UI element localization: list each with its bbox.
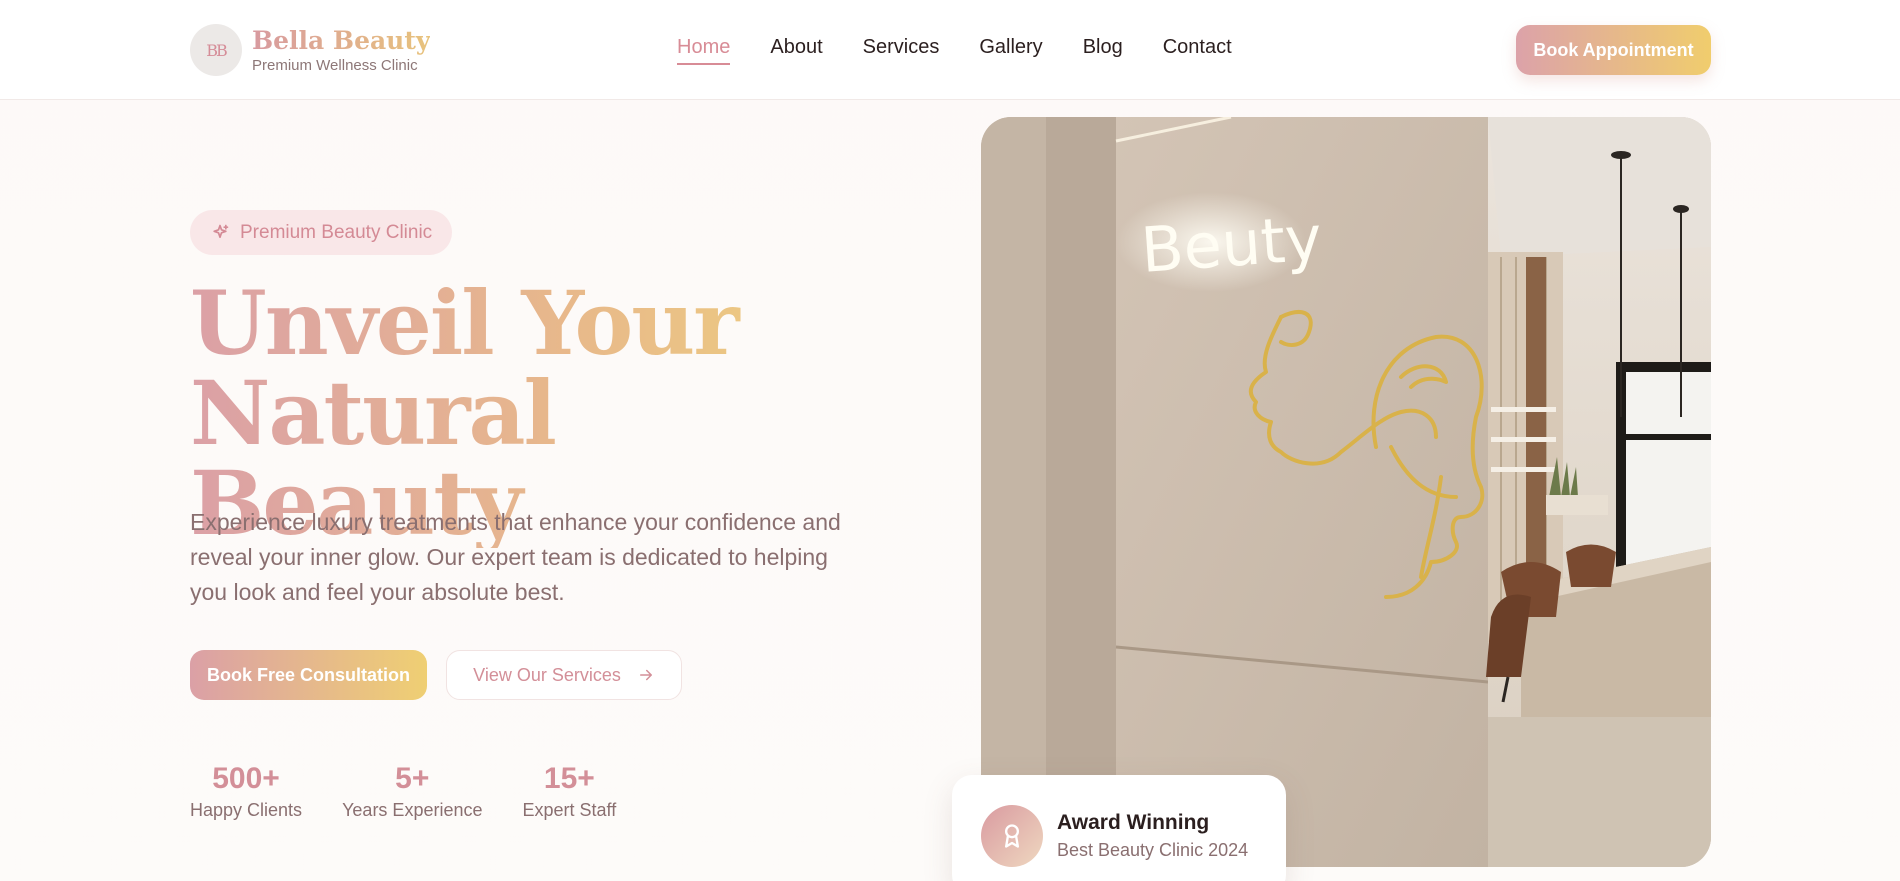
clinic-sign-text: Beuty bbox=[1139, 201, 1325, 286]
nav-services[interactable]: Services bbox=[863, 36, 940, 65]
award-icon bbox=[981, 805, 1043, 867]
hero-title-line-1: Unveil Your bbox=[190, 278, 890, 368]
brand-logo[interactable]: BB Bella Beauty Premium Wellness Clinic bbox=[190, 24, 430, 76]
nav-contact[interactable]: Contact bbox=[1163, 36, 1232, 65]
nav-blog[interactable]: Blog bbox=[1083, 36, 1123, 65]
nav-about[interactable]: About bbox=[770, 36, 822, 65]
main-nav: Home About Services Gallery Blog Contact bbox=[677, 36, 1272, 65]
brand-monogram: BB bbox=[190, 24, 242, 76]
stat-years-experience: 5+ Years Experience bbox=[342, 760, 482, 821]
hero-description: Experience luxury treatments that enhanc… bbox=[190, 509, 841, 605]
award-subtitle: Best Beauty Clinic 2024 bbox=[1057, 840, 1249, 860]
book-consultation-button[interactable]: Book Free Consultation bbox=[190, 650, 427, 700]
clinic-interior-illustration: Beuty bbox=[981, 117, 1711, 867]
award-card: Award Winning Best Beauty Clinic 2024 bbox=[952, 775, 1286, 881]
arrow-right-icon bbox=[639, 669, 652, 681]
brand-name: Bella Beauty bbox=[252, 25, 431, 55]
brand-text: Bella Beauty Premium Wellness Clinic bbox=[252, 25, 431, 74]
stat-value: 500+ bbox=[212, 762, 280, 795]
site-header: BB Bella Beauty Premium Wellness Clinic … bbox=[0, 0, 1900, 100]
stat-happy-clients: 500+ Happy Clients bbox=[190, 760, 302, 821]
stat-label: Happy Clients bbox=[190, 800, 303, 820]
book-appointment-button[interactable]: Book Appointment bbox=[1516, 25, 1711, 75]
stat-value: 5+ bbox=[395, 762, 430, 795]
stat-expert-staff: 15+ Expert Staff bbox=[523, 760, 617, 821]
brand-tagline: Premium Wellness Clinic bbox=[252, 56, 418, 74]
sparkle-icon bbox=[213, 224, 229, 238]
award-title: Award Winning bbox=[1057, 811, 1210, 834]
hero-stats: 500+ Happy Clients 5+ Years Experience 1… bbox=[190, 760, 656, 821]
hero-clinic-image: Beuty bbox=[981, 117, 1711, 867]
view-services-label: View Our Services bbox=[473, 664, 621, 685]
stat-label: Expert Staff bbox=[522, 800, 617, 820]
nav-gallery[interactable]: Gallery bbox=[979, 36, 1042, 65]
nav-home[interactable]: Home bbox=[677, 36, 731, 65]
stat-label: Years Experience bbox=[342, 800, 483, 820]
hero-badge-label: Premium Beauty Clinic bbox=[240, 221, 433, 243]
view-services-button[interactable]: View Our Services bbox=[446, 650, 682, 700]
hero-badge: Premium Beauty Clinic bbox=[190, 210, 453, 255]
stat-value: 15+ bbox=[543, 762, 595, 795]
